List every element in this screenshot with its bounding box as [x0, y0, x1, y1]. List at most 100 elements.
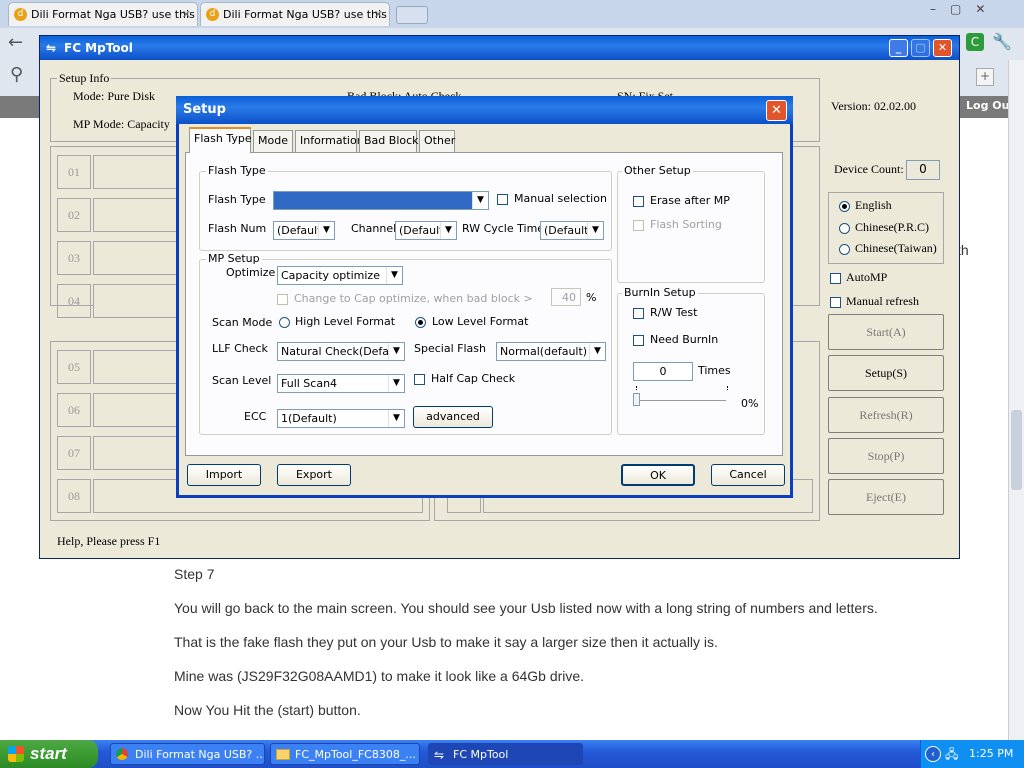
setup-title: Setup — [183, 102, 226, 117]
llf-check-select[interactable]: Natural Check(Default) ▼ — [277, 342, 405, 361]
browser-tab-2[interactable]: d Dili Format Nga USB? use this ✕ — [200, 2, 390, 26]
taskbar-item-mptool[interactable]: ⇋ FC MpTool — [428, 743, 583, 765]
paragraph: That is the fake flash they put on your … — [174, 634, 718, 650]
port-number: 05 — [57, 350, 91, 384]
chinese-taiwan-radio[interactable] — [839, 244, 850, 255]
chevron-down-icon: ▼ — [388, 343, 404, 360]
setup-info-label: Setup Info — [57, 71, 112, 86]
taskbar-item-folder[interactable]: FC_MpTool_FC8308_... — [270, 743, 420, 765]
setup-button[interactable]: Setup(S) — [828, 355, 944, 391]
browser-tab-1[interactable]: d Dili Format Nga USB? use this ✕ — [8, 2, 198, 26]
start-button[interactable]: start — [0, 740, 98, 768]
minimize-button[interactable]: _ — [889, 39, 908, 57]
low-level-format-radio[interactable] — [415, 317, 426, 328]
chevron-down-icon: ▼ — [388, 410, 404, 427]
half-cap-check-checkbox[interactable] — [414, 374, 425, 385]
close-button[interactable]: ✕ — [933, 39, 952, 57]
stop-button[interactable]: Stop(P) — [828, 438, 944, 474]
slider-ticks — [636, 386, 728, 390]
help-text: Help, Please press F1 — [57, 534, 161, 548]
taskbar-item-browser[interactable]: Dili Format Nga USB? ... — [110, 743, 265, 765]
english-radio[interactable] — [839, 201, 850, 212]
optimize-label: Optimize — [226, 266, 276, 279]
tab-flash-type[interactable]: Flash Type — [189, 127, 252, 153]
ecc-label: ECC — [244, 410, 267, 423]
wrench-icon[interactable]: 🔧 — [992, 32, 1012, 51]
need-burnin-checkbox[interactable] — [633, 335, 644, 346]
half-cap-check-label: Half Cap Check — [431, 372, 516, 385]
flash-sorting-checkbox[interactable] — [633, 220, 644, 231]
import-button[interactable]: Import — [187, 464, 261, 486]
chevron-left-icon[interactable]: ‹ — [925, 746, 941, 762]
plus-icon[interactable]: + — [976, 68, 994, 86]
low-level-format-label: Low Level Format — [432, 315, 529, 328]
rw-cycle-select[interactable]: (Default) ▼ — [540, 221, 604, 240]
setup-dialog: Setup ✕ Flash Type Mode Information Bad … — [176, 96, 793, 498]
llf-check-label: LLF Check — [212, 342, 268, 355]
maximize-button[interactable]: ▢ — [911, 39, 930, 57]
site-favicon-icon: d — [206, 8, 219, 21]
high-level-format-label: High Level Format — [295, 315, 396, 328]
mp-setup-label: MP Setup — [206, 252, 262, 265]
usb-icon: ⇋ — [434, 748, 445, 762]
site-favicon-icon: d — [14, 8, 27, 21]
chevron-down-icon: ▼ — [589, 343, 605, 360]
burnin-times-input[interactable]: 0 — [633, 362, 693, 381]
tab-mode[interactable]: Mode — [253, 130, 293, 152]
other-setup-group: Other Setup Erase after MP Flash Sorting — [617, 164, 765, 283]
change-to-cap-label: Change to Cap optimize, when bad block > — [294, 292, 533, 305]
high-level-format-radio[interactable] — [279, 317, 290, 328]
windows-logo-icon — [8, 746, 24, 762]
tab-other[interactable]: Other — [419, 130, 455, 152]
chevron-down-icon: ▼ — [386, 267, 402, 284]
burnin-slider-thumb[interactable] — [633, 393, 640, 406]
rw-cycle-value: (Default) — [544, 224, 593, 237]
special-flash-select[interactable]: Normal(default) ▼ — [496, 342, 606, 361]
tab-information[interactable]: Information — [295, 130, 364, 152]
close-tab-icon[interactable]: ✕ — [182, 3, 191, 26]
flash-type-select[interactable]: ▼ — [273, 191, 489, 210]
flash-sorting-label: Flash Sorting — [650, 218, 722, 231]
close-tab-icon[interactable]: ✕ — [374, 3, 383, 26]
scan-mode-label: Scan Mode — [212, 316, 273, 329]
optimize-select[interactable]: Capacity optimize ▼ — [277, 266, 403, 285]
ok-button[interactable]: OK — [621, 464, 695, 486]
start-button[interactable]: Start(A) — [828, 314, 944, 350]
ecc-select[interactable]: 1(Default) ▼ — [277, 409, 405, 428]
port-number: 08 — [57, 479, 91, 513]
scan-level-select[interactable]: Full Scan4 ▼ — [277, 374, 405, 393]
burnin-slider-track[interactable] — [636, 400, 726, 405]
page-scrollbar[interactable] — [1008, 60, 1024, 740]
erase-after-mp-checkbox[interactable] — [633, 196, 644, 207]
back-arrow-icon[interactable]: ← — [8, 32, 23, 53]
flash-type-panel: Flash Type Flash Type ▼ Manual selection… — [185, 152, 783, 456]
refresh-button[interactable]: Refresh(R) — [828, 397, 944, 433]
advanced-button[interactable]: advanced — [413, 406, 493, 428]
window-controls[interactable]: –▢✕ — [930, 2, 1020, 18]
scrollbar-thumb[interactable] — [1011, 410, 1022, 490]
setup-close-button[interactable]: ✕ — [766, 100, 787, 121]
automp-checkbox[interactable] — [830, 273, 841, 284]
change-threshold-input[interactable]: 40 — [551, 288, 581, 306]
ecc-value: 1(Default) — [281, 412, 337, 425]
new-tab-button[interactable] — [396, 6, 428, 24]
manual-selection-checkbox[interactable] — [497, 194, 508, 205]
system-tray: ‹ 🖧 1:25 PM — [920, 740, 1024, 768]
network-icon[interactable]: 🖧 — [945, 740, 958, 768]
port-number: 02 — [57, 198, 91, 232]
cancel-button[interactable]: Cancel — [711, 464, 785, 486]
manual-refresh-checkbox[interactable] — [830, 297, 841, 308]
search-icon[interactable]: ⚲ — [10, 64, 23, 85]
device-count-label: Device Count: — [834, 162, 904, 176]
export-button[interactable]: Export — [277, 464, 351, 486]
english-label: English — [855, 198, 892, 212]
change-to-cap-checkbox[interactable] — [277, 294, 288, 305]
refresh-extension-icon[interactable]: C — [966, 33, 984, 51]
channel-select[interactable]: (Default) ▼ — [395, 221, 457, 240]
flash-num-select[interactable]: (Default) ▼ — [273, 221, 335, 240]
burnin-setup-group: BurnIn Setup R/W Test Need BurnIn 0 Time… — [617, 286, 765, 435]
tab-bad-block[interactable]: Bad Block — [359, 130, 419, 152]
chinese-prc-radio[interactable] — [839, 223, 850, 234]
eject-button[interactable]: Eject(E) — [828, 479, 944, 515]
rw-test-checkbox[interactable] — [633, 308, 644, 319]
